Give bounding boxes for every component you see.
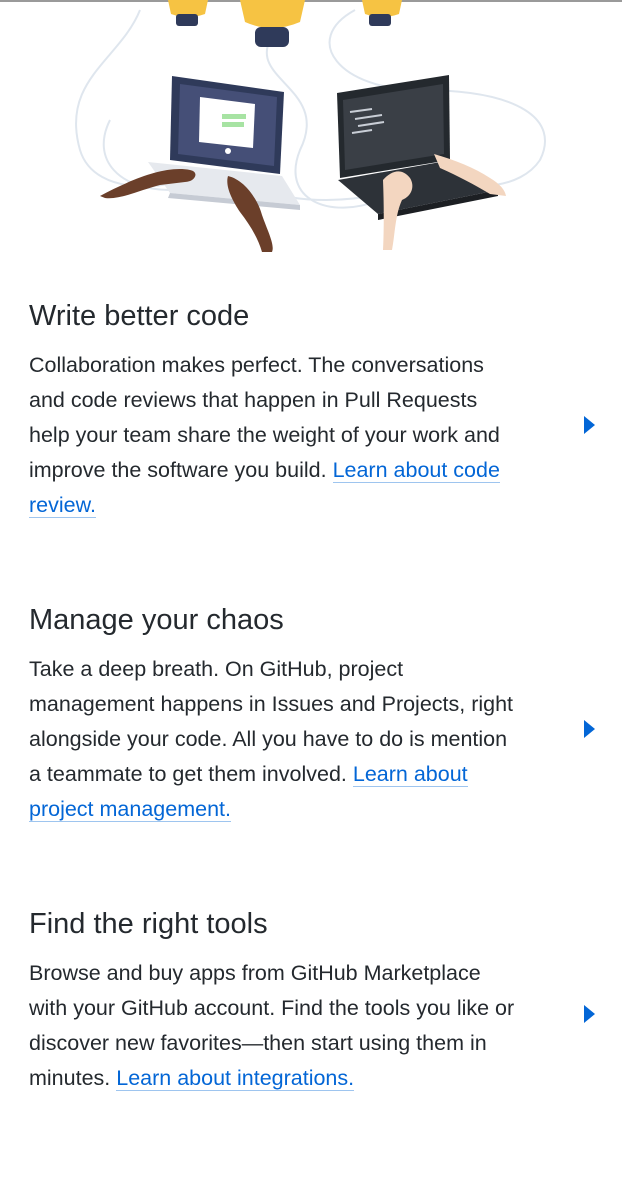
section-title: Manage your chaos (29, 604, 284, 636)
bulb-left (168, 0, 208, 26)
laptop-right (337, 75, 498, 220)
section-body: Take a deep breath. On GitHub, project m… (29, 652, 519, 827)
laptop-left (148, 76, 300, 210)
section-find-the-right-tools: Find the right tools Browse and buy apps… (29, 904, 519, 1096)
section-body: Collaboration makes perfect. The convers… (29, 348, 519, 523)
chevron-right-icon[interactable] (584, 1005, 595, 1023)
chevron-right-icon[interactable] (584, 720, 595, 738)
chevron-right-icon[interactable] (584, 416, 595, 434)
section-write-better-code: Write better code Collaboration makes pe… (29, 296, 519, 523)
learn-integrations-link[interactable]: Learn about integrations. (116, 1066, 355, 1091)
section-body: Browse and buy apps from GitHub Marketpl… (29, 956, 519, 1096)
bulb-center (240, 0, 305, 47)
bulb-right (362, 0, 402, 26)
laptops-collaboration-illustration (74, 0, 546, 252)
section-title: Find the right tools (29, 908, 268, 940)
section-manage-your-chaos: Manage your chaos Take a deep breath. On… (29, 600, 519, 827)
section-title: Write better code (29, 300, 250, 332)
